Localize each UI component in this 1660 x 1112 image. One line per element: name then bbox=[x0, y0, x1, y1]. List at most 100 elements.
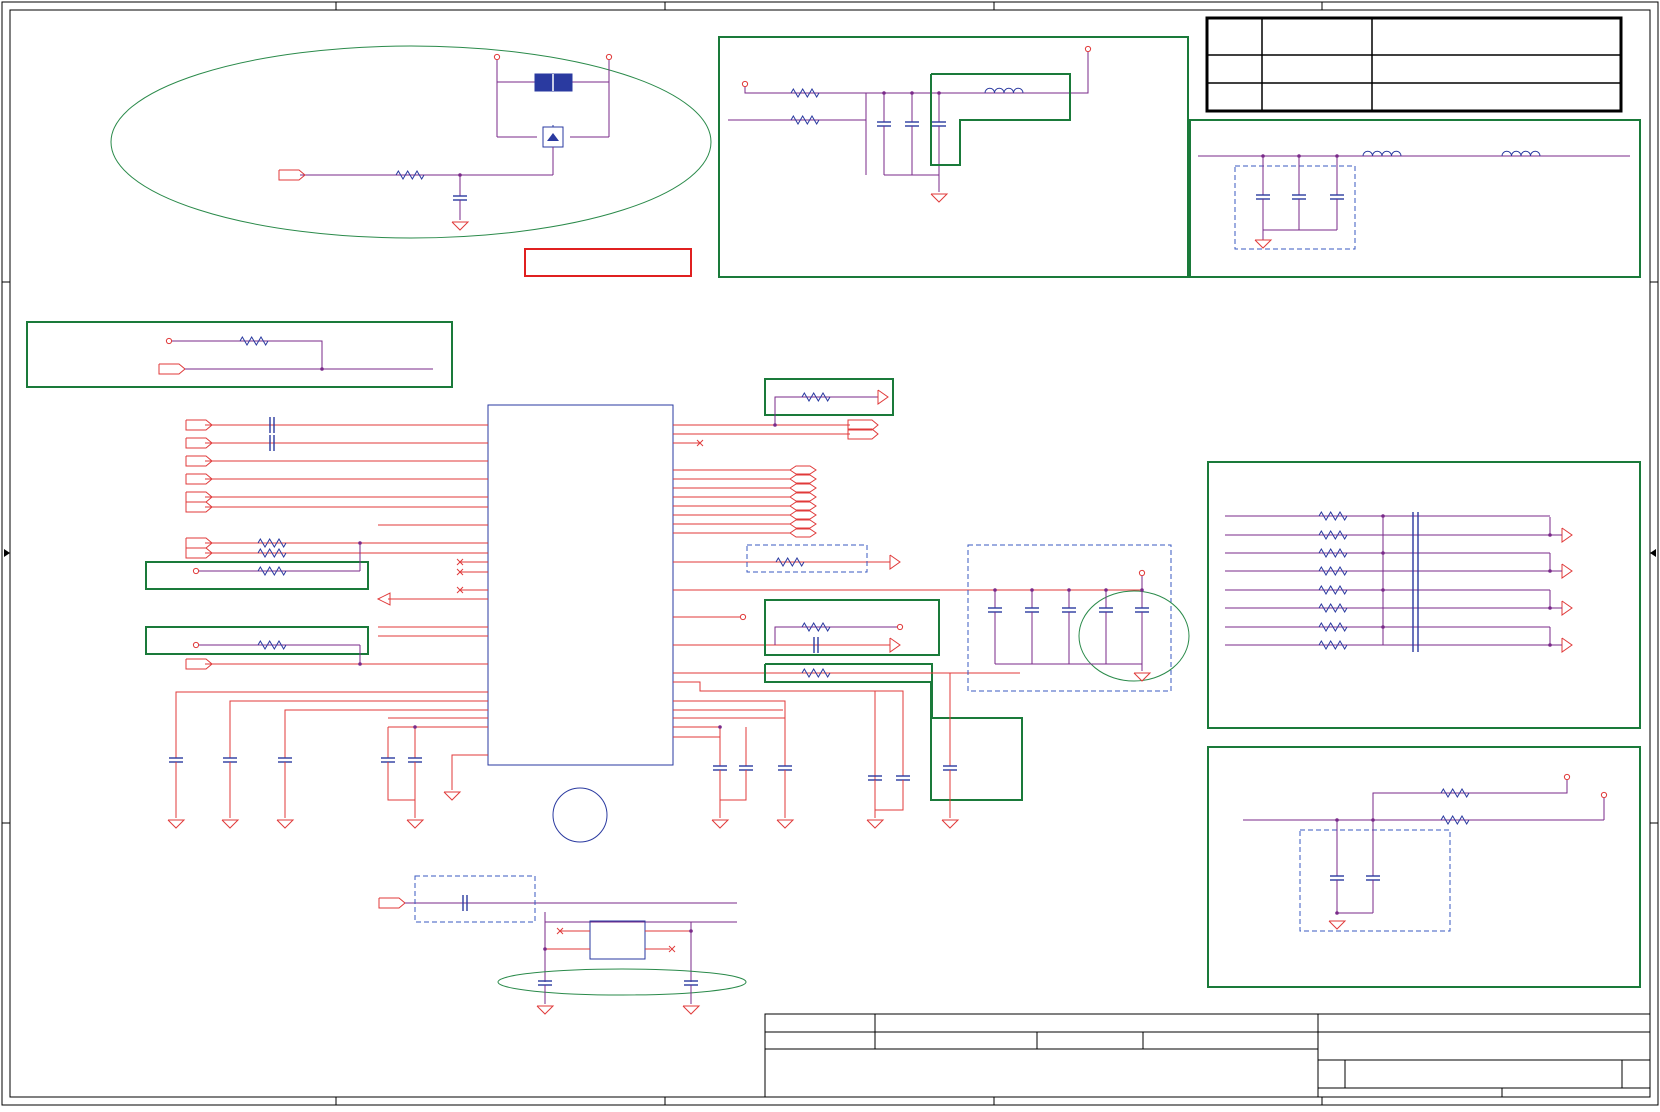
zone-arrow bbox=[4, 549, 10, 557]
junction-dot bbox=[413, 725, 417, 729]
capacitor-bank bbox=[967, 544, 1190, 692]
revision-table bbox=[1205, 16, 1623, 113]
highlight-box bbox=[145, 626, 369, 655]
port-arrow bbox=[889, 637, 901, 653]
diode-triangle bbox=[547, 133, 559, 141]
ground-triangle bbox=[711, 819, 730, 829]
highlight-ellipse bbox=[110, 45, 712, 239]
resistor-icon bbox=[395, 170, 425, 180]
port-flag bbox=[378, 897, 406, 909]
resistor-icon bbox=[1318, 548, 1348, 558]
resistor-icon bbox=[1318, 566, 1348, 576]
net bbox=[774, 396, 878, 425]
crystal-icon bbox=[589, 920, 646, 960]
port-flag bbox=[789, 483, 817, 493]
test-point-icon bbox=[741, 80, 749, 88]
ground-triangle bbox=[776, 819, 795, 829]
net-port-icon bbox=[789, 483, 817, 493]
pin-wire bbox=[931, 672, 951, 766]
resistor-icon bbox=[1318, 585, 1348, 595]
inductor-filter-block bbox=[1189, 119, 1641, 278]
resistor-icon bbox=[1318, 622, 1348, 632]
crystal-icon bbox=[552, 787, 608, 843]
resistor-zigzag bbox=[801, 392, 831, 402]
highlight-ellipse bbox=[497, 968, 747, 996]
net bbox=[744, 87, 866, 94]
net-port-icon bbox=[789, 474, 817, 484]
ground-icon bbox=[451, 221, 470, 231]
capacitor-icon bbox=[778, 765, 792, 771]
capacitor-icon bbox=[1062, 607, 1076, 613]
junction-dot bbox=[543, 947, 547, 951]
net bbox=[774, 626, 897, 645]
ic-left-pins bbox=[145, 417, 488, 670]
junction-dot bbox=[1335, 911, 1339, 915]
ground-triangle bbox=[941, 819, 960, 829]
highlight-box bbox=[26, 321, 453, 388]
dashed-group bbox=[414, 875, 536, 923]
resistor-icon bbox=[1318, 511, 1348, 521]
port-flag bbox=[789, 474, 817, 484]
net-port-icon bbox=[889, 554, 901, 570]
ground-triangle bbox=[682, 1005, 701, 1015]
capacitor-icon bbox=[896, 775, 910, 781]
port-arrow bbox=[1561, 563, 1573, 579]
resistor-icon bbox=[801, 622, 831, 632]
inductor-icon bbox=[984, 87, 1024, 94]
ground-triangle bbox=[451, 221, 470, 231]
ground-triangle bbox=[1254, 239, 1273, 249]
test-point-icon bbox=[192, 567, 200, 575]
resistor-zigzag bbox=[1318, 603, 1348, 613]
capacitor-icon bbox=[943, 765, 957, 771]
schematic-sheet bbox=[0, 0, 1660, 1107]
resistor-icon bbox=[801, 392, 831, 402]
net-port-icon bbox=[789, 519, 817, 529]
ground-icon bbox=[711, 819, 730, 829]
resistor-zigzag bbox=[801, 668, 831, 678]
capacitor-icon bbox=[538, 980, 552, 986]
resistor-zigzag bbox=[790, 115, 820, 125]
resistor-icon bbox=[775, 557, 805, 567]
pin-wire bbox=[875, 780, 904, 811]
ground-icon bbox=[276, 819, 295, 829]
resistor-zigzag bbox=[775, 557, 805, 567]
capacitor-icon bbox=[1099, 607, 1113, 613]
port-arrow bbox=[1561, 527, 1573, 543]
resistor-zigzag bbox=[395, 170, 425, 180]
inductor-icon bbox=[1501, 150, 1541, 157]
pin-wire bbox=[875, 690, 904, 776]
highlight-ellipse bbox=[1078, 590, 1190, 682]
test-point-icon bbox=[165, 337, 173, 345]
resistor-zigzag bbox=[1440, 788, 1470, 798]
net bbox=[1025, 52, 1089, 94]
net-port-icon bbox=[1561, 600, 1573, 616]
port-flag bbox=[789, 528, 817, 538]
capacitor-icon bbox=[684, 980, 698, 986]
ground-icon bbox=[221, 819, 240, 829]
test-point-icon bbox=[493, 53, 501, 61]
net-port-icon bbox=[1561, 563, 1573, 579]
capacitor-icon bbox=[988, 607, 1002, 613]
test-point-icon bbox=[896, 623, 904, 631]
resistor-zigzag bbox=[1318, 585, 1348, 595]
pin-wire bbox=[284, 709, 488, 758]
junction-dot bbox=[320, 367, 324, 371]
ground-triangle bbox=[443, 791, 462, 801]
title-block-border bbox=[764, 1013, 1651, 1098]
resistor-zigzag bbox=[239, 336, 269, 346]
resistor-zigzag bbox=[1318, 622, 1348, 632]
oscillator-circuit bbox=[378, 875, 747, 1015]
port-arrow bbox=[889, 554, 901, 570]
resistor-icon bbox=[1318, 530, 1348, 540]
capacitor-icon bbox=[408, 757, 422, 763]
junction-dot bbox=[689, 929, 693, 933]
zone-arrow bbox=[1650, 549, 1656, 557]
revision-table-border bbox=[1205, 16, 1623, 113]
pin-wire bbox=[673, 700, 786, 766]
port-flag bbox=[789, 501, 817, 511]
capacitor-icon bbox=[1025, 607, 1039, 613]
resistor-icon bbox=[257, 566, 287, 576]
capacitor-icon bbox=[1330, 194, 1344, 200]
pin-wire bbox=[387, 762, 415, 801]
ground-triangle bbox=[167, 819, 186, 829]
